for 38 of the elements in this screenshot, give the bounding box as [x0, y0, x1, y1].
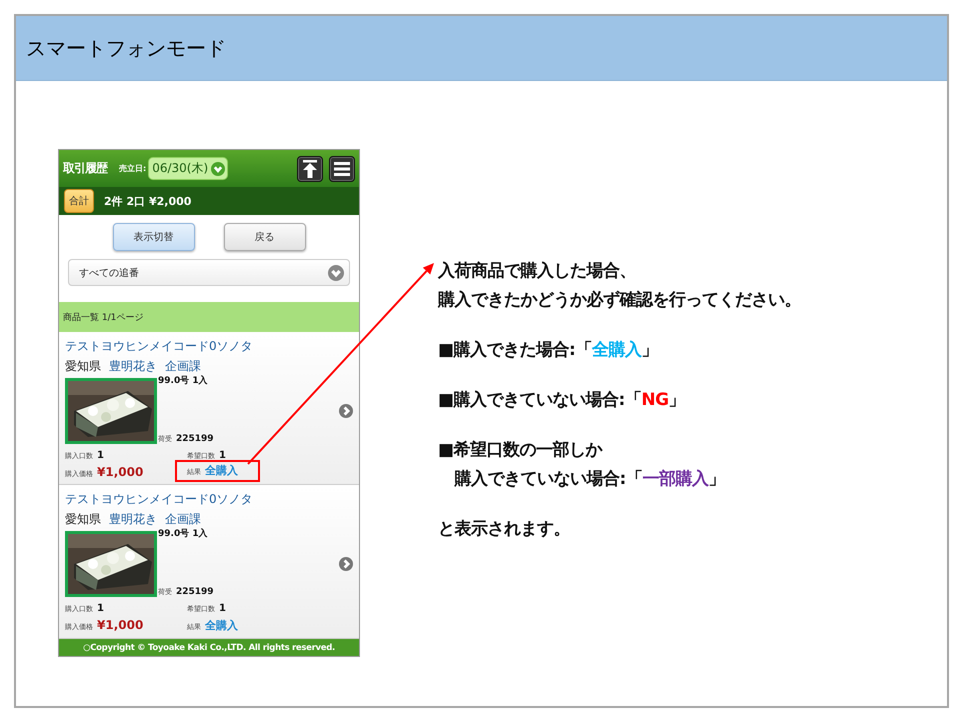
quantity-value: 1	[97, 450, 104, 461]
result-value: 全購入	[205, 463, 238, 478]
copyright-footer: ○Copyright © Toyoake Kaki Co.,LTD. All rights reserved.	[59, 639, 359, 656]
filter-select[interactable]: すべての追番	[68, 259, 350, 286]
back-button[interactable]: 戻る	[224, 223, 306, 251]
note-text: ■購入できていない場合:「NG」	[438, 389, 686, 411]
requested-value: 1	[219, 603, 226, 614]
department-name: 企画課	[165, 358, 201, 375]
slide-title: スマートフォンモード	[26, 34, 226, 62]
quantity-value: 1	[97, 603, 104, 614]
lot-number: 225199	[176, 587, 214, 597]
shipper-name: 豊明花き	[109, 358, 157, 375]
product-spec: 99.0号 1入	[158, 374, 209, 387]
note-text: ■購入できた場合:「全購入」	[438, 339, 659, 361]
requested-value: 1	[219, 450, 226, 461]
product-spec: 99.0号 1入	[158, 527, 209, 540]
prefecture: 愛知県	[65, 511, 101, 528]
note-text: 入荷商品で購入した場合、	[438, 260, 637, 282]
note-text: 購入できたかどうか必ず確認を行ってください。	[438, 289, 801, 311]
shipper-name: 豊明花き	[109, 511, 157, 528]
note-text: ■希望口数の一部しか	[438, 439, 604, 461]
product-name[interactable]: テストヨウヒンメイコード0ソノタ	[65, 491, 353, 508]
result-value: 全購入	[205, 618, 238, 633]
product-name[interactable]: テストヨウヒンメイコード0ソノタ	[65, 338, 353, 355]
toggle-button[interactable]: 表示切替	[112, 223, 194, 251]
note-text: と表示されます。	[438, 518, 571, 540]
date-select[interactable]: 06/30(木)	[148, 157, 228, 180]
screen-title: 取引履歴	[63, 160, 107, 177]
list-header: 商品一覧 1/1ページ	[59, 302, 359, 332]
prefecture: 愛知県	[65, 358, 101, 375]
price-value: ¥1,000	[97, 465, 144, 479]
price-value: ¥1,000	[97, 618, 144, 632]
lot-number: 225199	[176, 434, 214, 444]
summary-text: 2件 2口 ¥2,000	[104, 194, 192, 208]
department-name: 企画課	[165, 511, 201, 528]
date-label: 売立日:	[119, 163, 146, 174]
note-text: 購入できていない場合:「一部購入」	[453, 468, 726, 490]
total-badge: 合計	[64, 189, 94, 213]
